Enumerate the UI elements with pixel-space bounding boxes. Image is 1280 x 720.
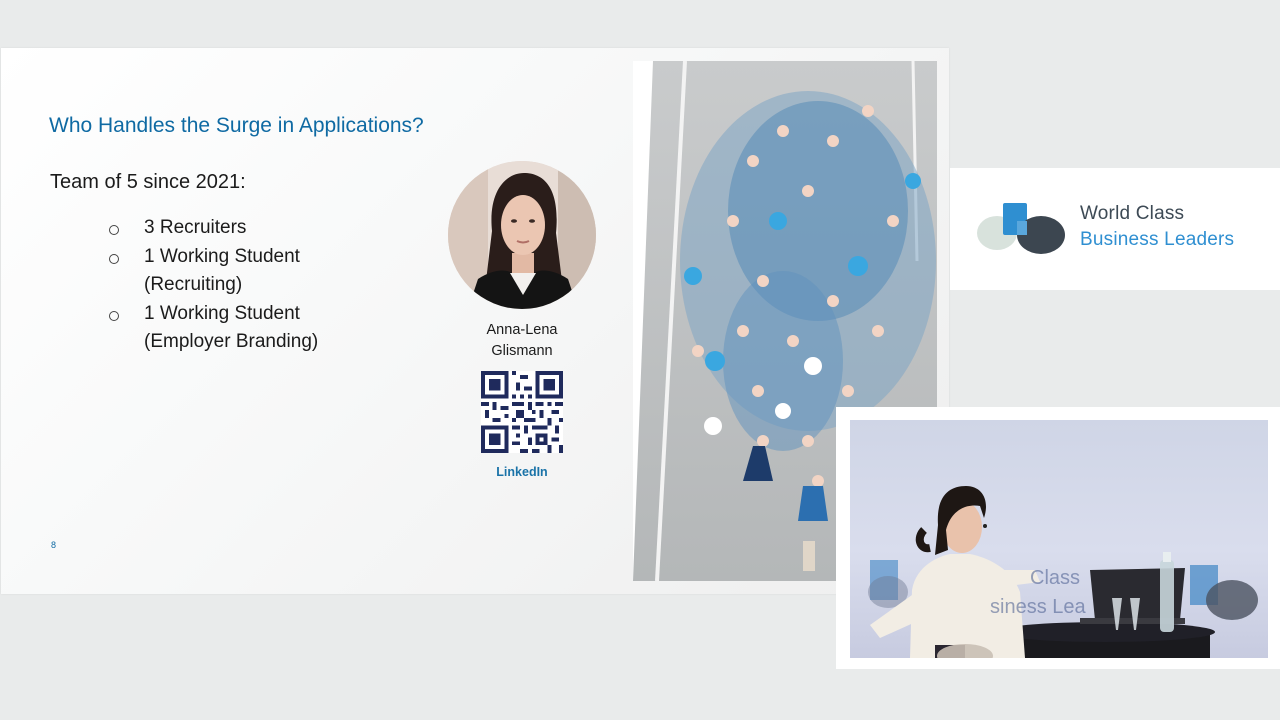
brand-logo-card: World Class Business Leaders [950, 168, 1280, 290]
backdrop-text-line2: siness Lea [990, 596, 1086, 618]
slide-title: Who Handles the Surge in Applications? [49, 114, 424, 137]
bullet-text: 3 Recruiters [144, 217, 247, 238]
bullet-subtext: (Employer Branding) [144, 331, 319, 352]
speech-bubbles-logo-icon [977, 203, 1065, 254]
person-last-name: Glismann [491, 343, 553, 359]
bullet-item: 1 Working Student (Recruiting) [105, 243, 318, 300]
bullet-text: 1 Working Student [144, 245, 300, 267]
hollow-bullet-icon [109, 310, 119, 321]
hollow-bullet-icon [109, 225, 119, 235]
profile-photo [448, 161, 596, 309]
person-first-name: Anna-Lena [486, 322, 558, 338]
backdrop-text-line1: Class [1030, 567, 1081, 589]
linkedin-label[interactable]: LinkedIn [482, 465, 562, 479]
hollow-bullet-icon [109, 253, 119, 264]
bullet-item: 1 Working Student (Employer Branding) [105, 300, 318, 357]
speaker-video-frame: Class siness Lea [836, 407, 1280, 669]
person-name: Anna-Lena Glismann [462, 320, 582, 362]
bullet-subtext: (Recruiting) [144, 274, 243, 295]
logo-line2: Business Leaders [1080, 229, 1235, 250]
bullet-list: 3 Recruiters 1 Working Student (Recruiti… [105, 214, 318, 357]
bullet-item: 3 Recruiters [105, 214, 318, 243]
bullet-text: 1 Working Student [144, 302, 300, 324]
page-number: 8 [51, 540, 57, 550]
qr-code[interactable] [481, 371, 563, 453]
speaker-video: Class siness Lea [850, 420, 1268, 658]
presentation-slide: Who Handles the Surge in Applications? T… [1, 48, 949, 594]
logo-line1: World Class [1080, 203, 1185, 224]
team-heading: Team of 5 since 2021: [50, 171, 246, 193]
